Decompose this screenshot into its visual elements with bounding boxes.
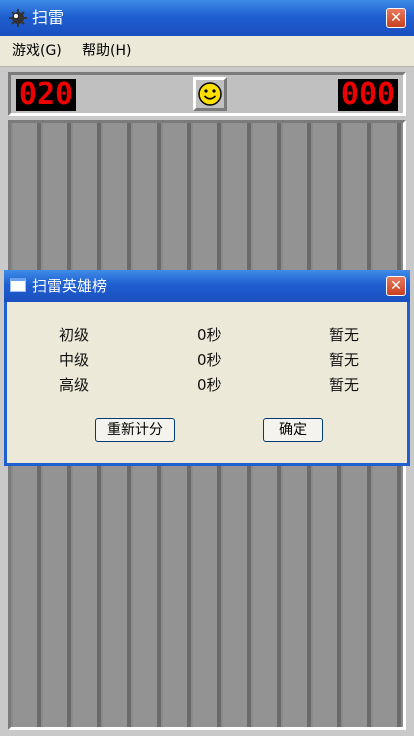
dialog-title-bar[interactable]: 扫雷英雄榜 ✕ xyxy=(4,270,410,302)
mine-icon xyxy=(9,9,27,27)
menu-game[interactable]: 游戏(G) xyxy=(12,41,62,61)
dialog-title: 扫雷英雄榜 xyxy=(32,277,108,295)
best-time: 0秒 xyxy=(197,376,222,394)
reset-scores-button[interactable]: 重新计分 xyxy=(95,418,175,442)
level-label: 中级 xyxy=(59,351,90,369)
player-name: 暂无 xyxy=(329,351,360,369)
player-name: 暂无 xyxy=(329,376,360,394)
window-title: 扫雷 xyxy=(32,8,65,27)
timer-display: 000 xyxy=(338,79,398,111)
ok-button[interactable]: 确定 xyxy=(263,418,323,442)
best-time: 0秒 xyxy=(197,326,222,344)
timer-value: 000 xyxy=(340,77,396,112)
dialog-close-button[interactable]: ✕ xyxy=(386,276,406,296)
score-row-intermediate: 中级 0秒 暂无 xyxy=(7,349,407,371)
score-row-beginner: 初级 0秒 暂无 xyxy=(7,324,407,346)
minesweeper-window: 扫雷 ✕ 游戏(G) 帮助(H) 020 000 扫雷英雄榜 ✕ 初级 0秒 暂… xyxy=(0,0,414,736)
level-label: 高级 xyxy=(59,376,90,394)
score-row-expert: 高级 0秒 暂无 xyxy=(7,374,407,396)
status-panel: 020 000 xyxy=(8,72,406,116)
close-icon: ✕ xyxy=(390,278,402,294)
close-button[interactable]: ✕ xyxy=(386,8,406,28)
menu-bar: 游戏(G) 帮助(H) xyxy=(0,36,414,67)
player-name: 暂无 xyxy=(329,326,360,344)
high-scores-dialog: 扫雷英雄榜 ✕ 初级 0秒 暂无 中级 0秒 暂无 高级 0秒 暂无 重新计分 … xyxy=(4,270,410,466)
window-icon xyxy=(10,278,26,292)
close-icon: ✕ xyxy=(390,10,402,26)
mine-counter-value: 020 xyxy=(18,77,74,112)
level-label: 初级 xyxy=(59,326,90,344)
menu-help[interactable]: 帮助(H) xyxy=(82,41,131,61)
smiley-face-icon xyxy=(198,82,222,106)
mine-counter: 020 xyxy=(16,79,76,111)
title-bar[interactable]: 扫雷 ✕ xyxy=(0,0,414,36)
best-time: 0秒 xyxy=(197,351,222,369)
new-game-smiley-button[interactable] xyxy=(193,77,227,111)
